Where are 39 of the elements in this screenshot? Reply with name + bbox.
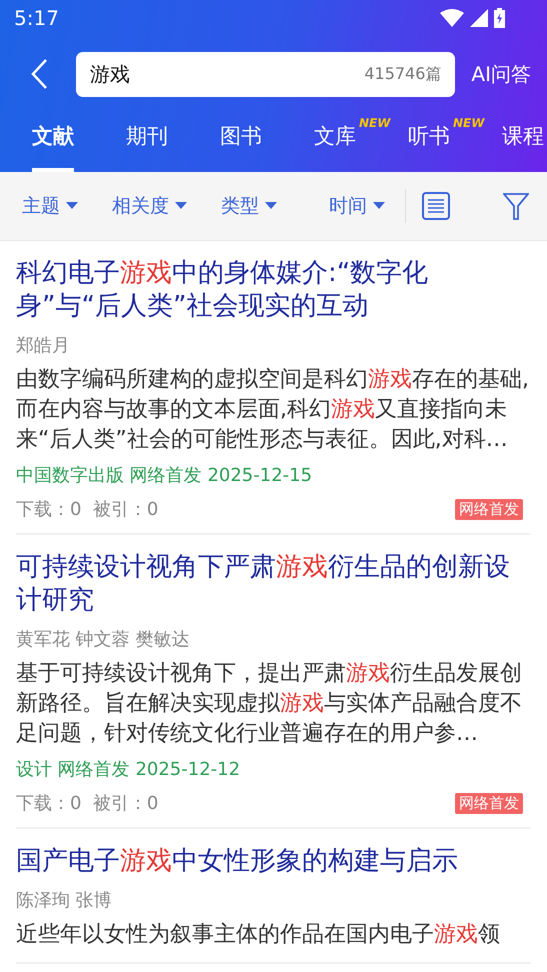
battery-icon — [494, 8, 505, 28]
caret-icon — [66, 202, 78, 210]
category-tab[interactable]: 听书 — [408, 112, 450, 172]
sort-dropdown[interactable]: 主题 — [22, 193, 78, 219]
caret-icon — [373, 202, 385, 210]
caret-icon — [265, 202, 277, 210]
article-title[interactable]: 科幻电子游戏中的身体媒介:“数字化身”与“后人类”社会现实的互动 — [16, 257, 531, 323]
wifi-icon — [440, 9, 464, 27]
article-source: 中国数字出版 网络首发 2025-12-15 — [16, 464, 314, 487]
result-count: 415746篇 — [364, 64, 442, 84]
article-abstract: 基于可持续设计视角下，提出严肃游戏衍生品发展创新路径。旨在解决实现虚拟游戏与实体产品融合度不足问题，针对传统文化行业普遍存在的用户参… — [16, 660, 523, 748]
back-icon[interactable] — [30, 58, 48, 90]
new-label: NEW — [359, 116, 390, 130]
article-authors: 陈泽珣 张博 — [16, 889, 113, 912]
download-cite-count: 下载：0 被引：0 — [16, 498, 158, 521]
sort-dropdown[interactable]: 时间 — [329, 193, 385, 219]
article-authors: 郑皓月 — [16, 334, 71, 357]
online-first-badge: 网络首发 — [455, 498, 523, 520]
article-source: 设计 网络首发 2025-12-12 — [16, 758, 242, 781]
article-abstract: 由数字编码所建构的虚拟空间是科幻游戏存在的基础,而在内容与故事的文本层面,科幻游戏又直接指向未来“后人类”社会的可能性形态与表征。因此,对科… — [16, 366, 530, 454]
ai-qa-button[interactable]: AI问答 — [471, 60, 531, 88]
sort-dropdown[interactable]: 类型 — [221, 193, 277, 219]
article-title[interactable]: 国产电子游戏中女性形象的构建与启示 — [16, 845, 531, 878]
category-tab[interactable]: 图书 — [220, 112, 262, 172]
sort-dropdown[interactable]: 相关度 — [112, 193, 187, 219]
signal-icon — [470, 9, 488, 27]
category-tab[interactable]: 课程 — [502, 112, 544, 172]
status-time: 5:17 — [14, 6, 59, 30]
list-view-icon[interactable] — [422, 192, 450, 220]
article-abstract: 近些年以女性为叙事主体的作品在国内电子游戏领 — [16, 921, 501, 949]
filter-icon[interactable] — [503, 192, 529, 220]
article-title[interactable]: 可持续设计视角下严肃游戏衍生品的创新设计研究 — [16, 551, 531, 617]
caret-icon — [175, 202, 187, 210]
category-tab[interactable]: 期刊 — [126, 112, 168, 172]
online-first-badge: 网络首发 — [455, 792, 523, 814]
download-cite-count: 下载：0 被引：0 — [16, 792, 158, 815]
new-label: NEW — [453, 116, 484, 130]
category-tab[interactable]: 文库 — [314, 112, 356, 172]
article-authors: 黄军花 钟文蓉 樊敏达 — [16, 628, 190, 651]
